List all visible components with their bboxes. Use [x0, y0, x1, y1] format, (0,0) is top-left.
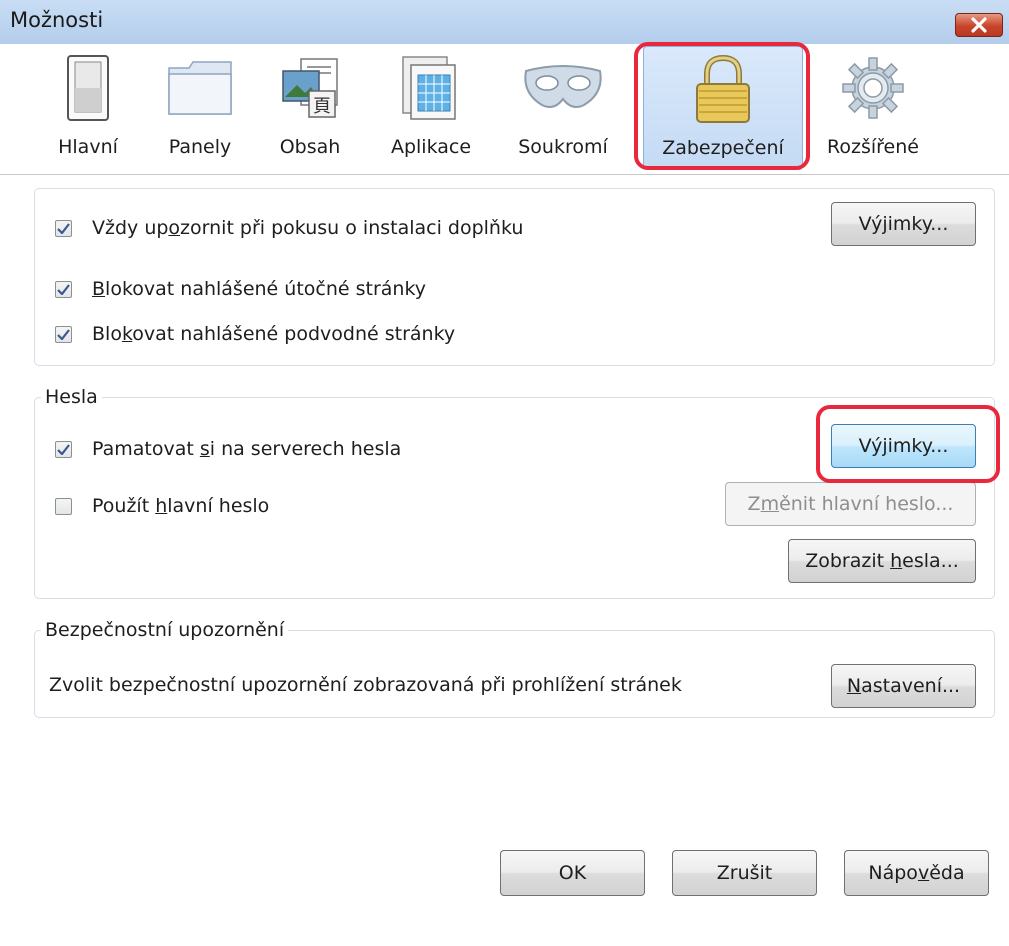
tab-label: Zabezpečení [662, 137, 784, 159]
folder-tab-icon [168, 61, 232, 115]
security-warnings-group: Bezpečnostní upozornění Zvolit bezpečnos… [34, 619, 995, 718]
tab-label: Soukromí [518, 136, 608, 158]
show-passwords-button[interactable]: Zobrazit hesla... [788, 539, 976, 583]
close-button[interactable] [955, 13, 1003, 37]
gear-icon [842, 57, 904, 119]
tab-label: Hlavní [58, 136, 118, 158]
help-button[interactable]: Nápověda [844, 850, 989, 896]
tab-advanced[interactable]: Rozšířené [820, 46, 926, 170]
category-toolbar: Hlavní Panely 頁 Obsah Aplikace Soukromí … [0, 44, 1009, 174]
tab-content[interactable]: 頁 Obsah [270, 46, 350, 170]
addons-security-group: Vždy upozornit při pokusu o instalaci do… [34, 188, 995, 366]
checkmark-icon [57, 328, 70, 340]
block-forgery-label: Blokovat nahlášené podvodné stránky [92, 323, 456, 345]
security-warnings-caption: Bezpečnostní upozornění [41, 619, 289, 641]
block-attack-option[interactable]: Blokovat nahlášené útočné stránky [55, 278, 426, 300]
title-bar[interactable]: Možnosti [0, 0, 1009, 45]
tab-label: Rozšířené [827, 136, 919, 158]
change-master-password-button: Změnit hlavní heslo... [725, 482, 976, 526]
block-attack-label: Blokovat nahlášené útočné stránky [92, 278, 427, 300]
warning-settings-button[interactable]: Nastavení... [831, 664, 976, 708]
mask-icon [524, 65, 602, 108]
tab-security[interactable]: Zabezpečení [643, 46, 803, 170]
block-forgery-option[interactable]: Blokovat nahlášené podvodné stránky [55, 323, 455, 345]
checkmark-icon [57, 283, 70, 295]
tab-general[interactable]: Hlavní [48, 46, 128, 170]
checkmark-icon [57, 222, 70, 234]
lock-icon [696, 54, 750, 123]
addon-exceptions-button[interactable]: Výjimky... [831, 202, 976, 246]
password-exceptions-button[interactable]: Výjimky... [831, 424, 976, 468]
tab-applications[interactable]: Aplikace [382, 46, 480, 170]
passwords-caption: Hesla [41, 386, 102, 408]
checkmark-icon [57, 443, 70, 455]
remember-passwords-label: Pamatovat si na serverech hesla [92, 438, 402, 460]
master-password-option[interactable]: Použít hlavní heslo [55, 495, 269, 517]
block-forgery-checkbox[interactable] [55, 325, 72, 343]
ok-button[interactable]: OK [500, 850, 645, 896]
passwords-group: Hesla Pamatovat si na serverech hesla Vý… [34, 386, 995, 599]
switch-icon [67, 55, 109, 121]
block-attack-checkbox[interactable] [55, 280, 72, 298]
close-icon [971, 17, 987, 33]
content-icon: 頁 [282, 58, 338, 118]
options-dialog: Možnosti Hlavní Panely 頁 Obsah Aplikace … [0, 0, 1009, 946]
svg-text:頁: 頁 [313, 96, 331, 117]
remember-passwords-option[interactable]: Pamatovat si na serverech hesla [55, 438, 401, 460]
tab-label: Panely [168, 136, 232, 158]
remember-passwords-checkbox[interactable] [55, 440, 72, 458]
tab-label: Aplikace [390, 136, 472, 158]
warn-install-option[interactable]: Vždy upozornit při pokusu o instalaci do… [55, 217, 523, 239]
master-password-label: Použít hlavní heslo [92, 495, 270, 517]
applications-icon [402, 56, 456, 120]
tab-panels[interactable]: Panely [158, 46, 242, 170]
cancel-button[interactable]: Zrušit [672, 850, 817, 896]
window-title: Možnosti [10, 8, 104, 32]
warn-install-label: Vždy upozornit při pokusu o instalaci do… [92, 217, 524, 239]
warn-install-checkbox[interactable] [55, 219, 72, 237]
toolbar-divider [0, 174, 1009, 175]
security-warnings-description: Zvolit bezpečnostní upozornění zobrazova… [49, 674, 682, 696]
master-password-checkbox[interactable] [55, 497, 72, 515]
tab-label: Obsah [279, 136, 341, 158]
tab-privacy[interactable]: Soukromí [508, 46, 618, 170]
